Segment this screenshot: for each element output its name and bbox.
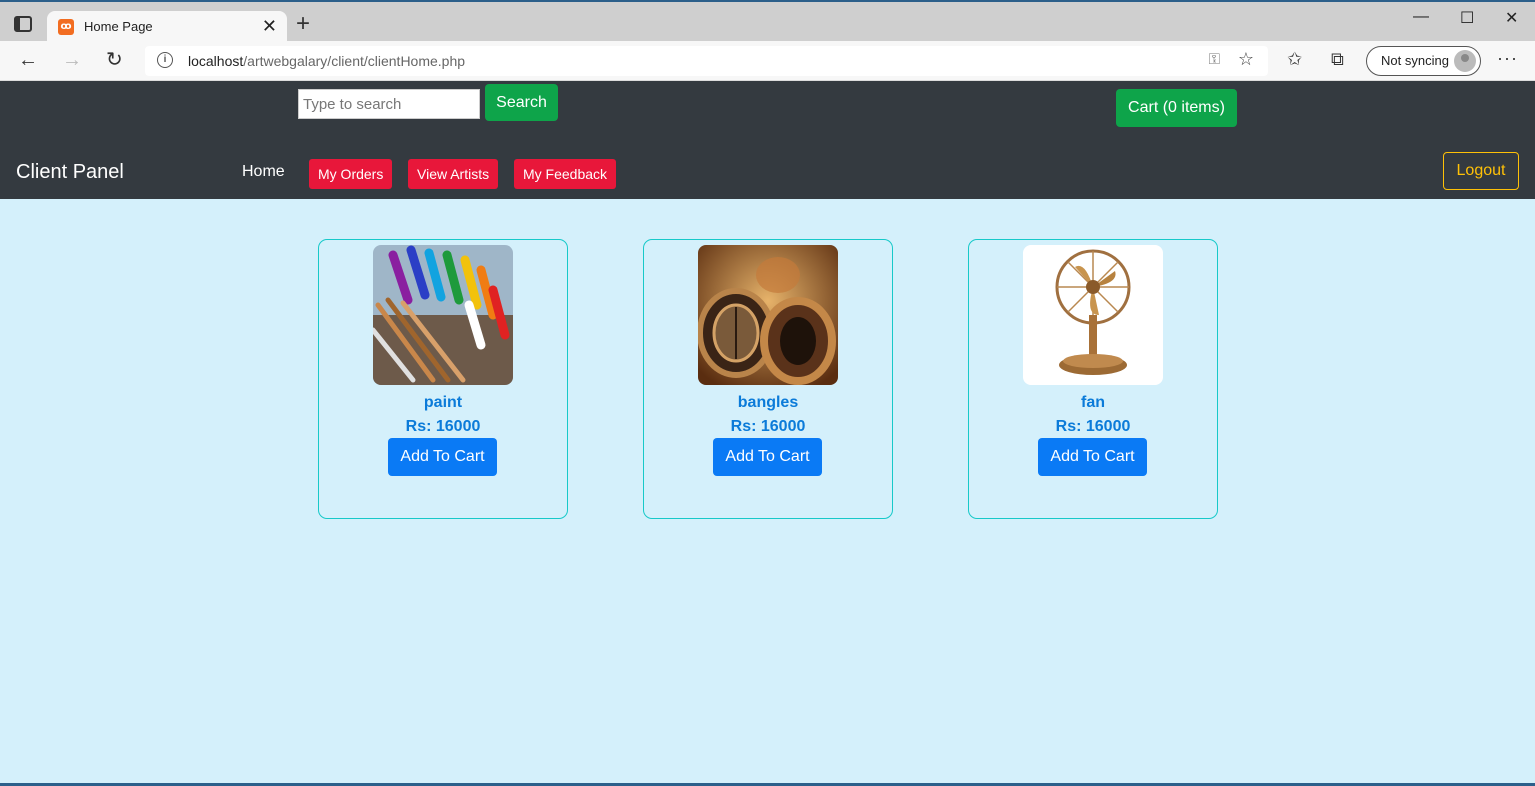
product-name[interactable]: fan (969, 394, 1217, 412)
browser-tab[interactable]: ꝏ Home Page ✕ (47, 11, 287, 43)
url-text[interactable]: localhost/artwebgalary/client/clientHome… (188, 53, 465, 69)
add-to-cart-button[interactable]: Add To Cart (713, 438, 822, 476)
tab-actions-icon[interactable] (14, 16, 32, 32)
product-name[interactable]: bangles (644, 394, 892, 412)
refresh-icon[interactable]: ↻ (106, 49, 123, 71)
close-tab-icon[interactable]: ✕ (262, 16, 277, 37)
product-card: bangles Rs: 16000 Add To Cart (643, 239, 893, 519)
my-orders-button[interactable]: My Orders (309, 159, 393, 189)
url-path: /artwebgalary/client/clientHome.php (243, 53, 466, 69)
product-price: Rs: 16000 (405, 418, 481, 435)
view-artists-button[interactable]: View Artists (408, 159, 499, 189)
maximize-icon[interactable]: ☐ (1460, 8, 1474, 28)
product-card: paint Rs: 16000 Add To Cart (318, 239, 568, 519)
more-options-icon[interactable]: ··· (1497, 48, 1518, 69)
url-field[interactable]: i localhost/artwebgalary/client/clientHo… (145, 46, 1268, 76)
url-host: localhost (188, 53, 244, 69)
close-window-icon[interactable]: ✕ (1505, 8, 1518, 28)
new-tab-icon[interactable]: + (296, 12, 310, 36)
add-to-cart-button[interactable]: Add To Cart (1038, 438, 1147, 476)
bangles-image (698, 245, 838, 385)
brass-fan-image (1023, 245, 1163, 385)
favorites-icon[interactable]: ✩ (1287, 49, 1302, 70)
brand-title[interactable]: Client Panel (16, 161, 124, 184)
collections-icon[interactable]: ⧉ (1331, 49, 1344, 70)
add-favorite-icon[interactable]: ☆ (1238, 49, 1254, 70)
product-price: Rs: 16000 (730, 418, 806, 435)
product-card: fan Rs: 16000 Add To Cart (968, 239, 1218, 519)
avatar (1454, 50, 1476, 72)
address-bar: ← → ↻ i localhost/artwebgalary/client/cl… (0, 41, 1535, 81)
my-feedback-button[interactable]: My Feedback (514, 159, 617, 189)
forward-icon[interactable]: → (62, 49, 82, 71)
search-button[interactable]: Search (485, 84, 558, 121)
back-icon[interactable]: ← (18, 49, 38, 71)
xampp-icon: ꝏ (58, 19, 74, 35)
browser-tab-bar: ꝏ Home Page ✕ + — ☐ ✕ (0, 0, 1535, 43)
tab-title: Home Page (84, 19, 153, 34)
sync-label: Not syncing (1381, 53, 1449, 68)
profile-sync-button[interactable]: Not syncing (1366, 46, 1481, 76)
cart-button[interactable]: Cart (0 items) (1116, 89, 1237, 127)
minimize-icon[interactable]: — (1413, 8, 1429, 26)
paint-tubes-image (373, 245, 513, 385)
nav-home-link[interactable]: Home (242, 163, 285, 181)
site-header: Search Cart (0 items) Client Panel Home … (0, 81, 1535, 199)
search-input[interactable] (298, 89, 480, 119)
product-name[interactable]: paint (319, 394, 567, 412)
logout-button[interactable]: Logout (1443, 152, 1519, 190)
add-to-cart-button[interactable]: Add To Cart (388, 438, 497, 476)
key-icon[interactable]: ⚿ (1209, 51, 1220, 68)
product-price: Rs: 16000 (1055, 418, 1131, 435)
info-icon[interactable]: i (157, 52, 173, 68)
